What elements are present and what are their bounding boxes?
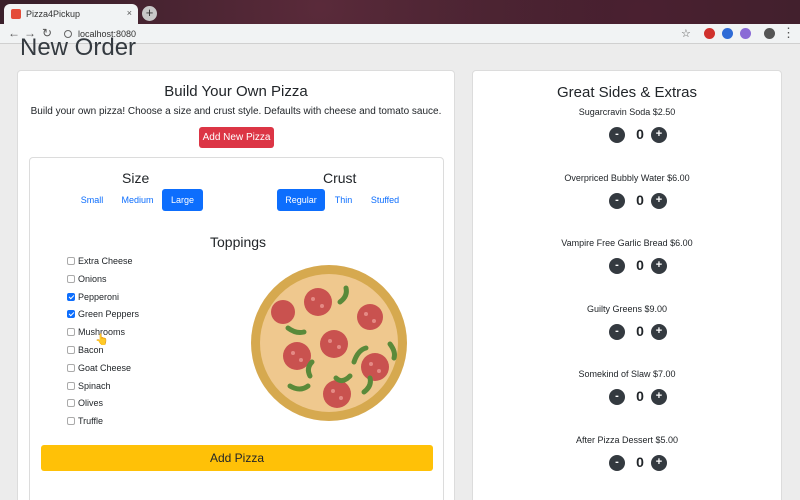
decrement-button[interactable]: - (609, 258, 625, 274)
topping-checkbox[interactable] (67, 328, 75, 337)
side-quantity-value: 0 (636, 257, 644, 273)
topping-checkbox[interactable] (67, 363, 75, 372)
increment-button[interactable]: + (651, 192, 667, 209)
topping-checkbox[interactable] (67, 381, 75, 390)
decrement-button[interactable]: - (609, 389, 625, 405)
sides-heading: Great Sides & Extras (556, 84, 698, 101)
topping-label: Onions (78, 273, 107, 284)
extension-icon[interactable] (722, 28, 733, 39)
side-quantity-value: 0 (636, 191, 644, 208)
profile-avatar[interactable] (764, 28, 775, 39)
crust-option-thin[interactable]: Thin (327, 189, 360, 211)
side-quantity-stepper: -0 + (609, 126, 669, 145)
side-quantity-value: 0 (636, 453, 644, 470)
side-item-label: Guilty Greens $9.00 (586, 303, 668, 314)
topping-label: Extra Cheese (78, 256, 133, 266)
increment-button[interactable]: + (651, 454, 667, 471)
bookmark-star-icon[interactable]: ☆ (681, 27, 691, 40)
decrement-button[interactable]: - (609, 323, 625, 340)
side-quantity-stepper: -0 + (609, 257, 669, 276)
address-bar[interactable]: localhost:8080 (58, 26, 668, 42)
side-quantity-stepper: -0 + (609, 453, 669, 473)
topping-label: Pepperoni (78, 291, 120, 302)
browser-menu-icon[interactable]: ⋮ (782, 25, 795, 41)
topping-checkbox[interactable] (67, 399, 75, 408)
adblock-extension-icon[interactable] (704, 28, 715, 39)
size-option-medium[interactable]: Medium (115, 189, 160, 211)
side-quantity-stepper: -0 + (609, 322, 669, 342)
back-icon[interactable]: ← (8, 26, 20, 40)
size-option-small[interactable]: Small (72, 189, 112, 211)
size-title: Size (122, 170, 150, 186)
side-quantity-stepper: -0 + (609, 388, 669, 407)
topping-checkbox[interactable] (67, 346, 75, 354)
topping-label: Goat Cheese (78, 362, 132, 373)
side-item-label: Sugarcravin Soda $2.50 (578, 107, 676, 117)
pizza-favicon-icon (11, 9, 21, 19)
close-tab-icon[interactable]: × (127, 8, 132, 18)
sides-card: Great Sides & Extras Sugarcravin Soda $2… (472, 70, 782, 500)
decrement-button[interactable]: - (609, 192, 625, 209)
add-pizza-button[interactable]: Add Pizza (41, 445, 433, 471)
size-option-large[interactable]: Large (162, 189, 203, 211)
increment-button[interactable]: + (651, 127, 667, 143)
mouse-cursor-icon: 👆 (95, 334, 109, 346)
topping-checkbox[interactable] (67, 292, 75, 301)
decrement-button[interactable]: - (609, 454, 625, 471)
toppings-title: Toppings (210, 234, 267, 250)
crust-option-stuffed[interactable]: Stuffed (364, 189, 406, 211)
side-quantity-value: 0 (636, 388, 644, 404)
side-item-label: Overpriced Bubbly Water $6.00 (564, 172, 690, 183)
side-item-label: Vampire Free Garlic Bread $6.00 (561, 238, 693, 248)
topping-checkbox[interactable] (67, 310, 75, 319)
side-quantity-value: 0 (636, 126, 644, 142)
builder-heading: Build Your Own Pizza (164, 83, 308, 100)
side-item-label: Somekind of Slaw $7.00 (578, 369, 676, 379)
topping-label: Truffle (78, 416, 104, 427)
new-tab-button[interactable]: + (142, 6, 157, 21)
builder-description: Build your own pizza! Choose a size and … (30, 106, 442, 117)
tab-title: Pizza4Pickup (26, 9, 81, 19)
topping-label: Olives (78, 398, 104, 409)
topping-label: Spinach (78, 380, 111, 391)
crust-option-regular[interactable]: Regular (277, 189, 325, 211)
crust-title: Crust (323, 170, 357, 186)
pizza-builder-card: Build Your Own Pizza Build your own pizz… (17, 70, 455, 500)
add-new-pizza-button[interactable]: Add New Pizza (199, 127, 274, 148)
side-item-label: After Pizza Dessert $5.00 (575, 434, 679, 445)
topping-checkbox[interactable] (67, 417, 75, 426)
browser-tab[interactable]: Pizza4Pickup × (4, 4, 138, 24)
browser-tab-bar: Pizza4Pickup × + (0, 0, 800, 24)
topping-label: Green Peppers (78, 309, 140, 320)
pizza-config-panel: Size Small Medium Large Crust Regular Th… (29, 157, 444, 500)
decrement-button[interactable]: - (609, 127, 625, 143)
increment-button[interactable]: + (651, 389, 667, 405)
side-quantity-stepper: -0 + (609, 191, 669, 211)
pizza-preview-image (251, 265, 407, 421)
react-devtools-icon[interactable] (740, 28, 751, 39)
increment-button[interactable]: + (651, 258, 667, 274)
page-title: New Order (20, 34, 137, 61)
side-quantity-value: 0 (636, 322, 644, 339)
topping-checkbox[interactable] (67, 257, 75, 265)
increment-button[interactable]: + (651, 323, 667, 340)
topping-checkbox[interactable] (67, 274, 75, 283)
